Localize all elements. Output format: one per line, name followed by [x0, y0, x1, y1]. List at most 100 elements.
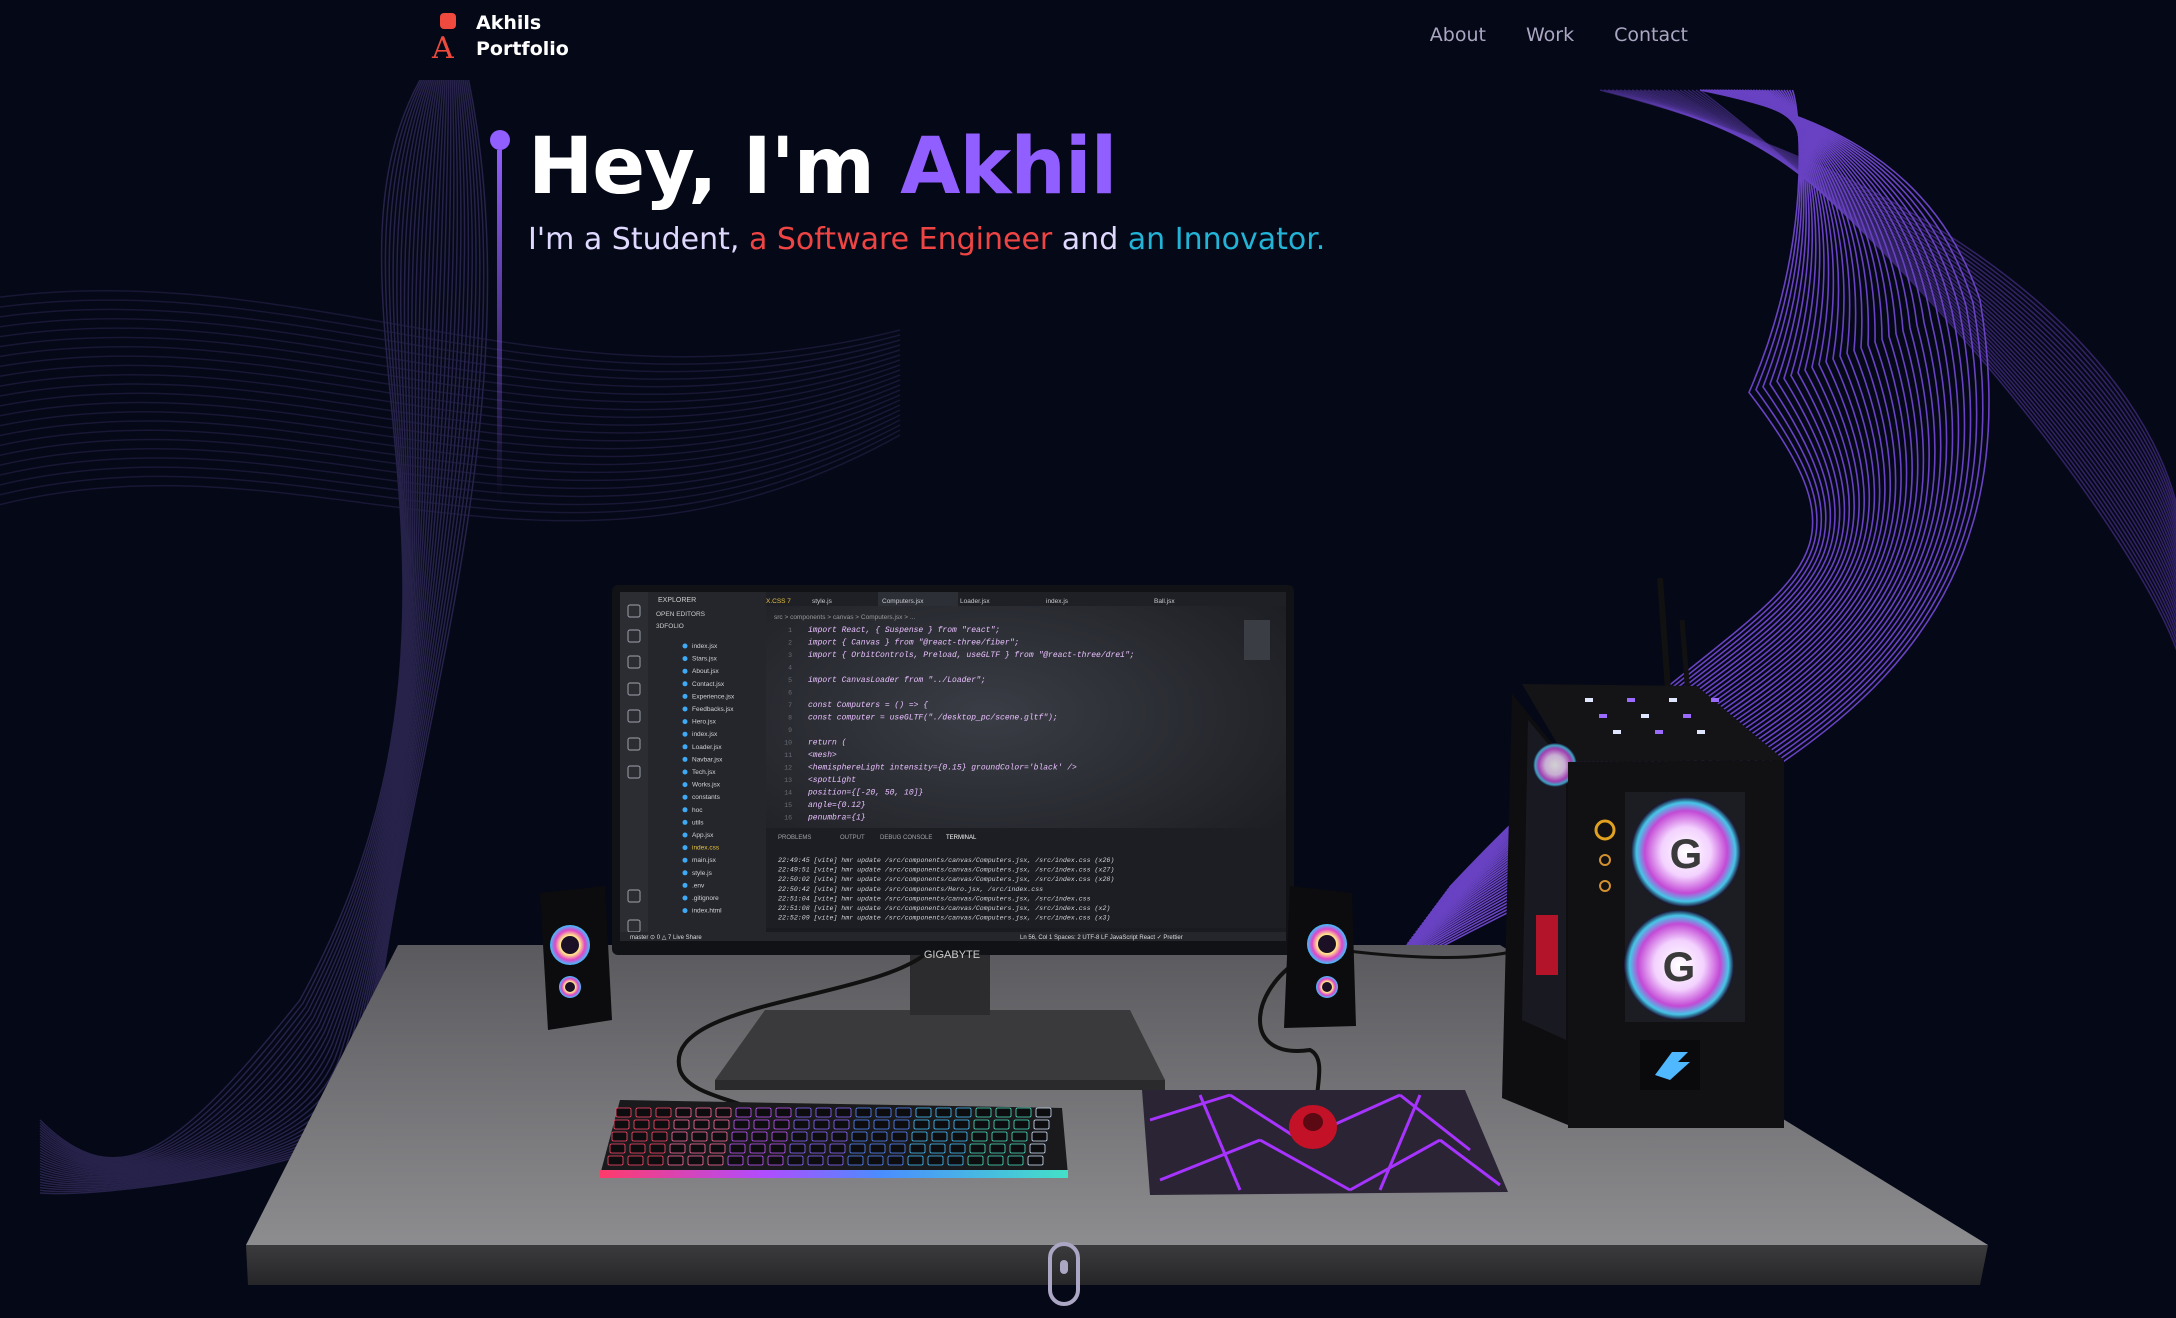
explorer-file-item[interactable]: constants	[692, 794, 721, 801]
editor-tab[interactable]: Loader.jsx	[960, 598, 990, 605]
explorer-file-item[interactable]: Contact.jsx	[692, 681, 725, 688]
keyboard-key	[607, 1155, 624, 1166]
terminal-line: 22:49:51 [vite] hmr update /src/componen…	[778, 867, 1114, 874]
subtitle-part1: I'm a Student,	[528, 222, 749, 257]
editor-tab[interactable]: X.CSS 7	[766, 598, 791, 605]
logo-icon	[440, 13, 456, 29]
explorer-file-item[interactable]: .gitignore	[692, 895, 719, 902]
terminal-line: 22:50:42 [vite] hmr update /src/componen…	[778, 886, 1043, 893]
hero-accent-line	[497, 150, 502, 500]
editor-tab[interactable]: Ball.jsx	[1154, 598, 1175, 605]
explorer-file-item[interactable]: hoc	[692, 807, 703, 814]
explorer-file-item[interactable]: index.html	[692, 908, 722, 915]
scroll-down-button[interactable]	[1048, 1242, 1080, 1306]
keyboard-key	[867, 1155, 884, 1166]
nav-link-about[interactable]: About	[1430, 24, 1486, 46]
code-line: import React, { Suspense } from "react";	[808, 626, 1000, 635]
line-number: 10	[784, 740, 792, 747]
keyboard-key	[631, 1131, 648, 1142]
line-number: 4	[788, 665, 792, 672]
keyboard-key	[791, 1131, 808, 1142]
file-icon	[682, 832, 688, 838]
panel-tab[interactable]: DEBUG CONSOLE	[880, 835, 932, 841]
panel-tab[interactable]: OUTPUT	[840, 835, 865, 841]
nav-link-contact[interactable]: Contact	[1614, 24, 1688, 46]
explorer-file-item[interactable]: main.jsx	[692, 857, 717, 864]
monitor-brand-label: GIGABYTE	[924, 949, 980, 961]
keyboard-key	[749, 1143, 766, 1154]
keyboard-key	[655, 1107, 672, 1118]
explorer-file-item[interactable]: Hero.jsx	[692, 719, 717, 726]
keyboard-key	[647, 1155, 664, 1166]
file-icon	[682, 895, 688, 901]
keyboard-key	[1035, 1107, 1052, 1118]
keyboard-key	[933, 1119, 950, 1130]
keyboard-key	[911, 1131, 928, 1142]
keyboard-key	[1015, 1107, 1032, 1118]
keyboard-key	[635, 1107, 652, 1118]
subtitle-and: and	[1052, 222, 1128, 257]
file-icon	[682, 693, 688, 699]
explorer-file-item[interactable]: Works.jsx	[692, 782, 721, 789]
keyboard-key	[873, 1119, 890, 1130]
code-line: penumbra={1}	[807, 814, 866, 823]
explorer-file-item[interactable]: index.css	[692, 845, 720, 852]
hero-name: Akhil	[900, 122, 1117, 212]
keyboard-key	[769, 1143, 786, 1154]
editor-tab[interactable]: Computers.jsx	[882, 598, 924, 605]
panel-tab[interactable]: TERMINAL	[946, 835, 977, 841]
code-line: position={[-20, 50, 10]}	[807, 789, 923, 798]
code-line: <spotLight	[808, 776, 856, 785]
keyboard-key	[989, 1143, 1006, 1154]
explorer-file-item[interactable]: index.jsx	[692, 731, 718, 738]
keyboard-key	[1031, 1131, 1048, 1142]
explorer-file-item[interactable]: Loader.jsx	[692, 744, 722, 751]
nav-links: About Work Contact	[1430, 24, 1688, 46]
explorer-file-item[interactable]: index.jsx	[692, 643, 718, 650]
explorer-file-item[interactable]: utils	[692, 819, 704, 826]
keyboard-key	[807, 1155, 824, 1166]
keyboard-key	[767, 1155, 784, 1166]
explorer-file-item[interactable]: .env	[692, 882, 705, 889]
keyboard-key	[787, 1155, 804, 1166]
monitor-stand-base-front	[715, 1080, 1165, 1090]
explorer-file-item[interactable]: Tech.jsx	[692, 769, 716, 776]
keyboard-key	[735, 1107, 752, 1118]
file-icon	[682, 807, 688, 813]
code-line: angle={0.12}	[808, 801, 866, 810]
keyboard-key	[851, 1131, 868, 1142]
hero-heading: Hey, I'm Akhil	[528, 128, 1117, 206]
explorer-file-item[interactable]: Feedbacks.jsx	[692, 706, 734, 713]
explorer-file-item[interactable]: Experience.jsx	[692, 693, 735, 700]
keyboard-key	[627, 1155, 644, 1166]
logo-link[interactable]: A Akhils Portfolio	[432, 10, 572, 66]
code-line: import { OrbitControls, Preload, useGLTF…	[808, 651, 1134, 660]
nav-link-work[interactable]: Work	[1526, 24, 1574, 46]
panel-tab[interactable]: PROBLEMS	[778, 835, 811, 841]
line-number: 14	[784, 790, 792, 797]
explorer-file-item[interactable]: About.jsx	[692, 668, 719, 675]
keyboard-key	[613, 1119, 630, 1130]
keyboard-key	[853, 1119, 870, 1130]
monitor-stand-base	[715, 1010, 1165, 1080]
explorer-file-item[interactable]: App.jsx	[692, 832, 714, 839]
keyboard-key	[951, 1131, 968, 1142]
explorer-file-item[interactable]: Navbar.jsx	[692, 756, 723, 763]
keyboard-key	[955, 1107, 972, 1118]
monitor-stand-neck	[910, 955, 990, 1015]
file-icon	[682, 681, 688, 687]
explorer-file-item[interactable]: style.js	[692, 870, 713, 877]
line-number: 3	[788, 652, 792, 659]
explorer-file-item[interactable]: Stars.jsx	[692, 656, 718, 663]
editor-tab[interactable]: index.js	[1046, 598, 1069, 605]
keyboard-key	[813, 1119, 830, 1130]
keyboard-key	[931, 1131, 948, 1142]
keyboard-key	[833, 1119, 850, 1130]
keyboard-key	[611, 1131, 628, 1142]
keyboard-key	[1029, 1143, 1046, 1154]
editor-tab[interactable]: style.js	[812, 598, 833, 605]
keyboard-key	[773, 1119, 790, 1130]
file-icon	[682, 882, 688, 888]
line-number: 2	[788, 640, 792, 647]
wifi-antenna	[1679, 619, 1691, 696]
